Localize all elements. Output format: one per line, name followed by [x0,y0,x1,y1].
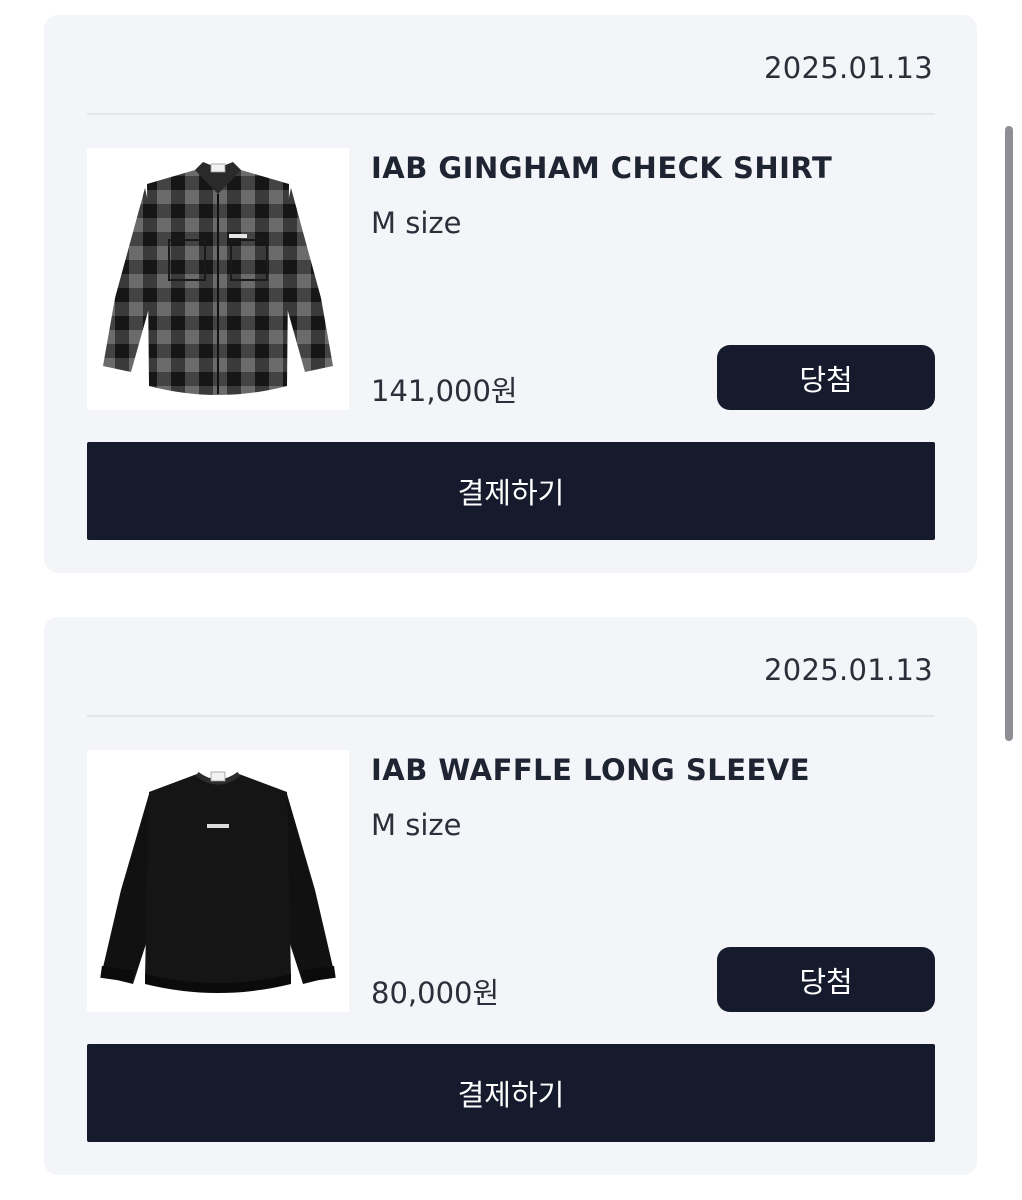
divider [87,715,935,717]
order-date: 2025.01.13 [763,51,933,85]
order-list-page: 2025.01.13 IAB GINGHAM CHECK SHIRT M siz… [0,0,1022,1200]
order-card: 2025.01.13 IAB GINGHAM CHECK SHIRT M siz… [44,15,977,573]
pay-button[interactable]: 결제하기 [87,1044,935,1142]
pay-button[interactable]: 결제하기 [87,442,935,540]
product-image[interactable] [87,148,349,410]
waffle-long-sleeve-icon [100,771,336,993]
order-date: 2025.01.13 [763,653,933,687]
vertical-scrollbar[interactable] [1005,126,1013,741]
divider [87,113,935,115]
gingham-check-shirt-icon [103,162,333,395]
product-name[interactable]: IAB GINGHAM CHECK SHIRT [371,151,832,185]
product-option: M size [371,206,462,240]
win-status-button[interactable]: 당첨 [717,345,935,410]
product-name[interactable]: IAB WAFFLE LONG SLEEVE [371,753,810,787]
order-card: 2025.01.13 IAB WAFFLE LONG SLEEVE M size… [44,617,977,1175]
product-option: M size [371,808,462,842]
product-price: 80,000원 [371,976,500,1010]
product-price: 141,000원 [371,374,518,408]
win-status-button[interactable]: 당첨 [717,947,935,1012]
product-image[interactable] [87,750,349,1012]
